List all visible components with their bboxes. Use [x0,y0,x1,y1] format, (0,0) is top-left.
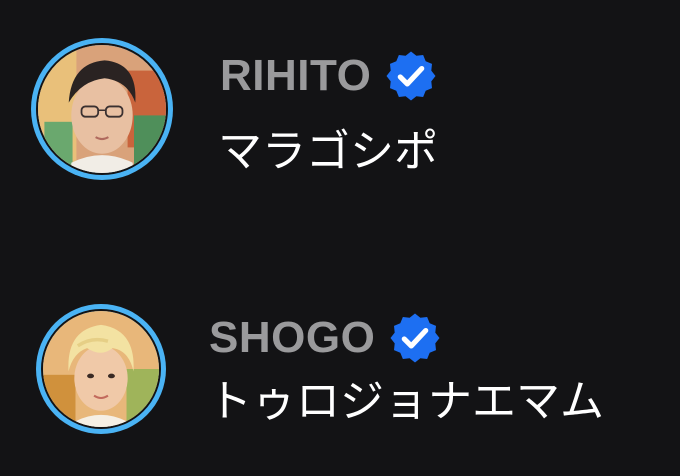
message-entry: RIHITO マラゴシポ [0,0,680,200]
verified-badge-icon [387,310,443,366]
profile-photo [36,43,168,175]
name-row: SHOGO [209,306,443,370]
avatar[interactable] [36,304,166,434]
message-list: RIHITO マラゴシポ SHOGO トゥロジョナエマム [0,0,680,476]
avatar[interactable] [31,38,173,180]
profile-photo [41,309,161,429]
username[interactable]: SHOGO [209,316,375,360]
message-text: トゥロジョナエマム [208,376,604,427]
username[interactable]: RIHITO [220,54,371,98]
name-row: RIHITO [220,44,439,108]
message-entry: SHOGO トゥロジョナエマム [0,280,680,476]
verified-badge-icon [383,48,439,104]
message-text: マラゴシポ [218,126,438,177]
